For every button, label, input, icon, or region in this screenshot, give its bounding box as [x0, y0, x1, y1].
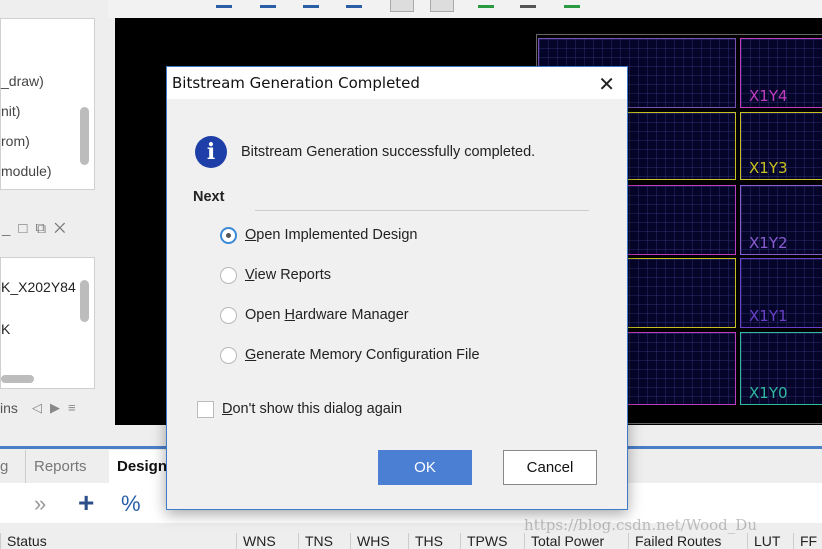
- refresh-icon[interactable]: [478, 0, 494, 8]
- section-separator: [255, 210, 589, 211]
- bitstream-dialog: Bitstream Generation Completed ✕ i Bitst…: [166, 66, 628, 510]
- dialog-message: Bitstream Generation successfully comple…: [241, 144, 536, 160]
- dont-show-checkbox[interactable]: [197, 401, 214, 418]
- clock-region[interactable]: X1Y3: [740, 112, 822, 180]
- tree-item[interactable]: _draw): [1, 73, 44, 89]
- panel-tab-label[interactable]: ins: [0, 400, 18, 416]
- zoom-in-icon[interactable]: [216, 0, 232, 8]
- section-heading: Next: [193, 189, 225, 205]
- option-label[interactable]: Open Implemented Design: [245, 227, 418, 243]
- clock-region[interactable]: X1Y1: [740, 258, 822, 328]
- tab-log[interactable]: g: [0, 450, 16, 483]
- device-toolbar: [108, 0, 822, 18]
- maximize-icon[interactable]: □: [18, 220, 35, 237]
- option-label[interactable]: Generate Memory Configuration File: [245, 347, 480, 363]
- export-icon[interactable]: [520, 0, 536, 8]
- zoom-out-icon[interactable]: [260, 0, 276, 8]
- route-icon[interactable]: [390, 0, 414, 12]
- dialog-title: Bitstream Generation Completed: [167, 67, 627, 99]
- region-label: X1Y0: [749, 384, 788, 402]
- tab-reports[interactable]: Reports: [25, 450, 95, 483]
- option-radio[interactable]: [220, 267, 237, 284]
- percent-icon[interactable]: %: [121, 491, 141, 517]
- region-label: X1Y3: [749, 159, 788, 177]
- minimize-icon[interactable]: _: [2, 220, 18, 237]
- vertical-scrollbar[interactable]: [80, 280, 89, 322]
- option-radio[interactable]: [220, 227, 237, 244]
- horizontal-scrollbar[interactable]: [1, 375, 34, 383]
- option-label[interactable]: View Reports: [245, 267, 331, 283]
- panel-nav-icons[interactable]: ◁▶≡: [32, 400, 84, 416]
- zoom-fit-icon[interactable]: [346, 0, 362, 8]
- region-label: X1Y4: [749, 87, 788, 105]
- option-radio[interactable]: [220, 347, 237, 364]
- clock-region[interactable]: X1Y0: [740, 332, 822, 405]
- tree-item[interactable]: nit): [1, 103, 20, 119]
- region-label: X1Y1: [749, 307, 788, 325]
- properties-panel: K_X202Y84 K: [0, 257, 95, 389]
- panel-window-controls: _□⧉✕: [0, 220, 95, 237]
- vertical-scrollbar[interactable]: [80, 107, 89, 165]
- info-icon: i: [195, 136, 227, 168]
- close-icon[interactable]: ✕: [54, 220, 73, 237]
- option-radio[interactable]: [220, 307, 237, 324]
- watermark: https://blog.csdn.net/Wood_Du: [524, 516, 757, 534]
- tree-item[interactable]: rom): [1, 133, 30, 149]
- fit-icon[interactable]: [303, 0, 319, 8]
- clock-region[interactable]: X1Y4: [740, 38, 822, 108]
- float-icon[interactable]: ⧉: [35, 220, 54, 237]
- clock-region[interactable]: X1Y2: [740, 185, 822, 255]
- add-icon[interactable]: +: [78, 487, 94, 519]
- dont-show-label[interactable]: Don't show this dialog again: [222, 401, 402, 417]
- list-item[interactable]: K: [1, 321, 10, 337]
- settings-icon[interactable]: [564, 0, 580, 8]
- region-label: X1Y2: [749, 234, 788, 252]
- tree-item[interactable]: module): [1, 163, 52, 179]
- grid-icon[interactable]: [430, 0, 454, 12]
- ok-button[interactable]: OK: [378, 450, 472, 485]
- cancel-button[interactable]: Cancel: [503, 450, 597, 485]
- expand-icon[interactable]: »: [34, 491, 46, 517]
- sources-panel: _draw) nit) rom) module): [0, 18, 95, 190]
- close-icon[interactable]: ✕: [598, 72, 615, 97]
- option-label[interactable]: Open Hardware Manager: [245, 307, 409, 323]
- list-item[interactable]: K_X202Y84: [1, 279, 76, 295]
